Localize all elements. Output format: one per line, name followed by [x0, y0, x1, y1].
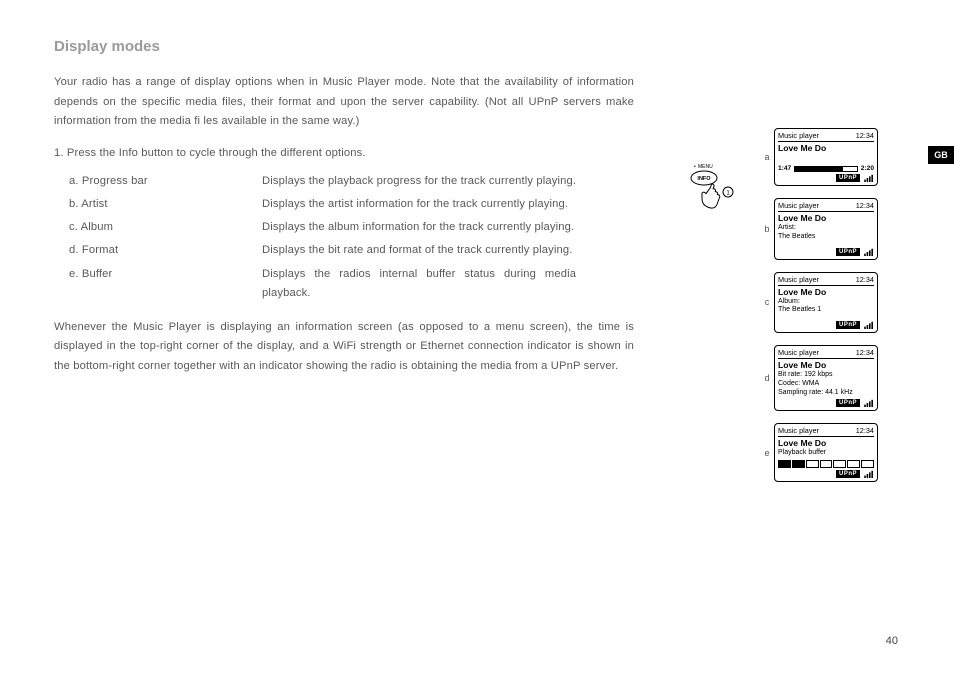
- device-screen: Music player 12:34 Love Me Do 1:47 2:20 …: [774, 128, 878, 186]
- info-button-figure: • MENU INFO 1: [688, 160, 752, 224]
- buffer-bar: [778, 460, 874, 468]
- album-value: The Beatles 1: [778, 306, 874, 315]
- screens-column: a Music player 12:34 Love Me Do 1:47 2:2…: [760, 128, 884, 494]
- options-list: a. Progress bar Displays the playback pr…: [66, 169, 588, 305]
- hand-icon: [698, 182, 723, 210]
- screen-mode: Music player: [778, 426, 819, 435]
- progress-row: 1:47 2:20: [778, 165, 874, 172]
- info-label: INFO: [697, 176, 711, 182]
- artist-value: The Beatles: [778, 233, 874, 242]
- wifi-icon: [864, 174, 874, 182]
- progress-fill: [795, 167, 843, 171]
- screen-row-e: e Music player 12:34 Love Me Do Playback…: [760, 423, 884, 482]
- sampling-line: Sampling rate: 44.1 kHz: [778, 389, 874, 398]
- screen-mode: Music player: [778, 201, 819, 210]
- buffer-segment: [820, 460, 833, 468]
- row-label: a: [760, 152, 774, 162]
- buffer-segment: [861, 460, 874, 468]
- option-row: b. Artist Displays the artist informatio…: [68, 194, 586, 215]
- option-label: b. Artist: [68, 194, 259, 215]
- option-desc-line2: playback.: [262, 284, 576, 303]
- menu-label: •: [694, 164, 696, 170]
- wifi-icon: [864, 470, 874, 478]
- total-time: 2:20: [861, 165, 874, 172]
- buffer-label: Playback buffer: [778, 449, 874, 458]
- wifi-icon: [864, 248, 874, 256]
- screen-time: 12:34: [856, 348, 874, 357]
- option-row: e. Buffer Displays the radios internal b…: [68, 264, 586, 304]
- device-screen: Music player 12:34 Love Me Do Bit rate: …: [774, 345, 878, 411]
- row-label: c: [760, 297, 774, 307]
- device-screen: Music player 12:34 Love Me Do Artist: Th…: [774, 198, 878, 260]
- track-title: Love Me Do: [778, 438, 874, 448]
- device-screen: Music player 12:34 Love Me Do Album: The…: [774, 272, 878, 334]
- locale-tab: GB: [928, 146, 954, 164]
- option-label: e. Buffer: [68, 264, 259, 304]
- screen-row-b: b Music player 12:34 Love Me Do Artist: …: [760, 198, 884, 260]
- buffer-segment: [833, 460, 846, 468]
- bitrate-line: Bit rate: 192 kbps: [778, 371, 874, 380]
- progress-bar: [794, 166, 858, 172]
- page-number: 40: [886, 635, 898, 647]
- upnp-badge: UPnP: [836, 248, 860, 256]
- buffer-segment: [847, 460, 860, 468]
- album-label: Album:: [778, 298, 874, 307]
- track-title: Love Me Do: [778, 287, 874, 297]
- upnp-badge: UPnP: [836, 470, 860, 478]
- upnp-badge: UPnP: [836, 174, 860, 182]
- screen-mode: Music player: [778, 275, 819, 284]
- elapsed-time: 1:47: [778, 165, 791, 172]
- buffer-segment: [806, 460, 819, 468]
- artist-label: Artist:: [778, 224, 874, 233]
- row-label: b: [760, 224, 774, 234]
- option-label: d. Format: [68, 240, 259, 261]
- screen-row-a: a Music player 12:34 Love Me Do 1:47 2:2…: [760, 128, 884, 186]
- track-title: Love Me Do: [778, 143, 874, 153]
- wifi-icon: [864, 321, 874, 329]
- step-1: 1. Press the Info button to cycle throug…: [54, 144, 634, 164]
- screen-row-d: d Music player 12:34 Love Me Do Bit rate…: [760, 345, 884, 411]
- wifi-icon: [864, 399, 874, 407]
- upnp-badge: UPnP: [836, 399, 860, 407]
- option-desc: Displays the playback progress for the t…: [261, 171, 586, 192]
- page-heading: Display modes: [54, 38, 900, 55]
- screen-row-c: c Music player 12:34 Love Me Do Album: T…: [760, 272, 884, 334]
- track-title: Love Me Do: [778, 213, 874, 223]
- codec-line: Codec: WMA: [778, 380, 874, 389]
- option-label: a. Progress bar: [68, 171, 259, 192]
- option-row: c. Album Displays the album information …: [68, 217, 586, 238]
- screen-time: 12:34: [856, 426, 874, 435]
- footer-paragraph: Whenever the Music Player is displaying …: [54, 318, 634, 377]
- track-title: Love Me Do: [778, 360, 874, 370]
- row-label: d: [760, 373, 774, 383]
- intro-paragraph: Your radio has a range of display option…: [54, 73, 634, 132]
- row-label: e: [760, 448, 774, 458]
- screen-mode: Music player: [778, 131, 819, 140]
- buffer-segment: [778, 460, 791, 468]
- option-desc: Displays the artist information for the …: [261, 194, 586, 215]
- upnp-badge: UPnP: [836, 321, 860, 329]
- option-desc: Displays the radios internal buffer stat…: [261, 264, 586, 304]
- menu-label-text: MENU: [698, 164, 713, 170]
- option-desc-line1: Displays the radios internal buffer stat…: [262, 265, 576, 284]
- manual-page: Display modes Your radio has a range of …: [0, 0, 954, 673]
- device-screen: Music player 12:34 Love Me Do Playback b…: [774, 423, 878, 482]
- option-desc: Displays the album information for the t…: [261, 217, 586, 238]
- option-row: a. Progress bar Displays the playback pr…: [68, 171, 586, 192]
- buffer-segment: [792, 460, 805, 468]
- screen-time: 12:34: [856, 131, 874, 140]
- option-desc: Displays the bit rate and format of the …: [261, 240, 586, 261]
- screen-time: 12:34: [856, 201, 874, 210]
- body-column: Your radio has a range of display option…: [54, 73, 634, 376]
- option-label: c. Album: [68, 217, 259, 238]
- screen-mode: Music player: [778, 348, 819, 357]
- screen-time: 12:34: [856, 275, 874, 284]
- option-row: d. Format Displays the bit rate and form…: [68, 240, 586, 261]
